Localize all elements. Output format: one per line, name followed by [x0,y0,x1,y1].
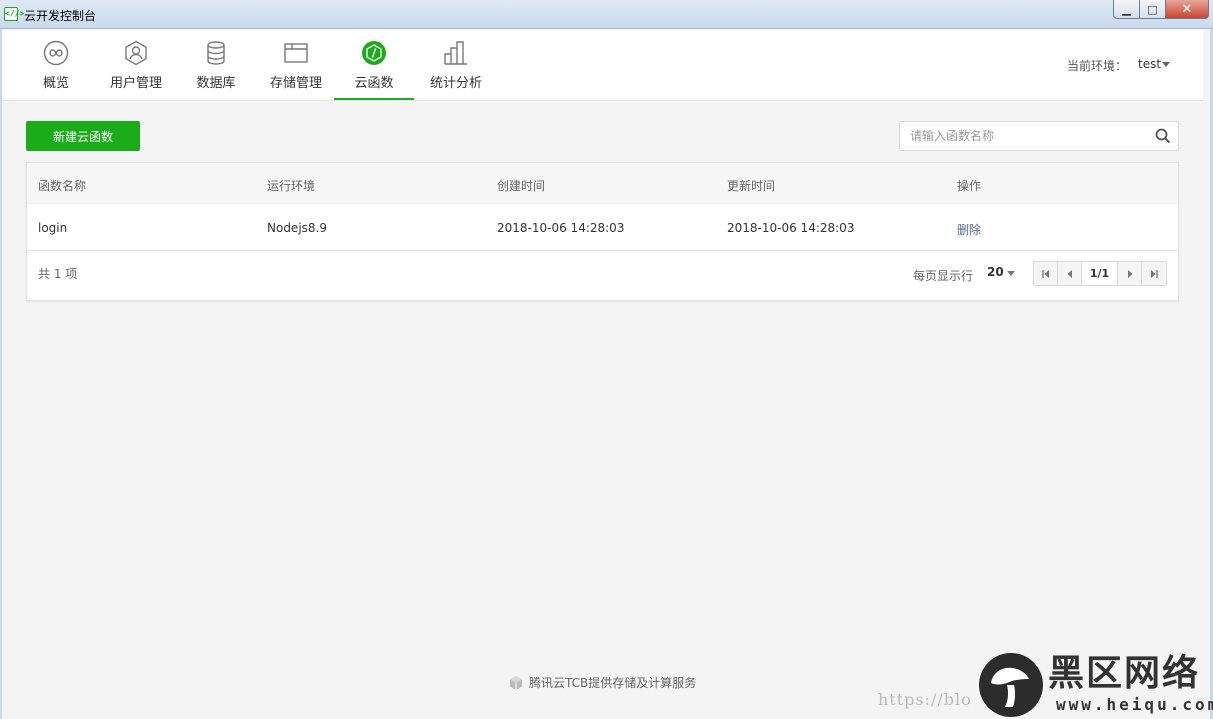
last-page-icon [1151,269,1158,278]
database-icon [207,41,225,65]
first-page-icon [1041,269,1049,278]
search-input[interactable] [900,122,1148,150]
nav-item-cloud-functions[interactable]: 云函数 [334,30,414,100]
nav-item-database[interactable]: 数据库 [192,30,240,100]
new-cloud-function-button[interactable]: 新建云函数 [26,121,140,151]
prev-page-icon [1067,269,1072,278]
function-name[interactable]: login [38,221,67,235]
created-time: 2018-10-06 14:28:03 [497,221,625,235]
folder-icon [284,43,308,63]
env-label: 当前环境： [1067,59,1128,73]
nav-item-storage[interactable]: 存储管理 [264,30,328,100]
chevron-down-icon[interactable] [1007,271,1015,276]
cloud-function-icon [362,41,386,65]
pagination: 1/1 [1033,261,1167,286]
window-frame-left [0,29,2,719]
runtime: Nodejs8.9 [267,221,327,235]
per-page-label: 每页显示行 [913,269,974,283]
nav-label: 用户管理 [109,76,162,91]
search-box [899,121,1179,151]
footer-text: 腾讯云TCB提供存储及计算服务 [529,676,697,690]
functions-table: 函数名称 运行环境 创建时间 更新时间 操作 login Nodejs8.9 2… [26,162,1179,301]
nav-label: 存储管理 [269,76,322,91]
delete-link[interactable]: 删除 [957,221,981,238]
search-icon[interactable] [1155,128,1171,144]
watermark-brand: 黑区网络 [1048,653,1201,694]
close-button[interactable]: ✕ [1165,0,1209,19]
table-row[interactable]: login Nodejs8.9 2018-10-06 14:28:03 2018… [27,204,1178,251]
nav-label: 概览 [42,76,69,91]
nav-label: 云函数 [354,76,394,91]
first-page-button[interactable] [1034,262,1058,285]
column-header: 操作 [957,179,982,193]
table-footer: 共 1 项 每页显示行 20 1/1 [27,251,1178,301]
table-header: 函数名称 运行环境 创建时间 更新时间 操作 [27,163,1178,204]
column-header: 函数名称 [38,179,87,193]
updated-time: 2018-10-06 14:28:03 [727,221,855,235]
app-icon: <//> [4,7,24,21]
infinity-icon [43,40,69,66]
top-nav: 概览 用户管理 数据库 存储管理 云函数 统计分析 当前环境： test [2,30,1203,101]
env-select[interactable]: test [1138,57,1161,71]
column-header: 更新时间 [727,179,776,193]
footer-note: 腾讯云TCB提供存储及计算服务 [508,674,696,691]
page-indicator: 1/1 [1082,262,1118,285]
next-page-icon [1127,269,1132,278]
bar-chart-icon [444,41,467,65]
user-icon [125,40,147,66]
window-controls: ▁ □ ✕ [1113,0,1209,19]
prev-page-button[interactable] [1058,262,1082,285]
nav-label: 统计分析 [429,76,482,91]
total-count: 共 1 项 [38,267,78,281]
column-header: 创建时间 [497,179,546,193]
mushroom-logo-icon [979,653,1043,717]
watermark-url: https://blo [878,690,972,709]
next-page-button[interactable] [1118,262,1142,285]
per-page-select[interactable]: 20 [987,265,1004,279]
minimize-button[interactable]: ▁ [1113,0,1140,19]
maximize-button[interactable]: □ [1139,0,1166,19]
cube-icon [510,675,522,690]
nav-item-overview[interactable]: 概览 [34,30,78,100]
nav-item-analytics[interactable]: 统计分析 [424,30,488,100]
column-header: 运行环境 [267,179,316,193]
nav-label: 数据库 [196,76,236,91]
last-page-button[interactable] [1142,262,1166,285]
nav-item-users[interactable]: 用户管理 [104,30,168,100]
chevron-down-icon[interactable] [1162,62,1170,67]
watermark-site: www.heiqu.com [1056,695,1213,714]
title-bar: <//> 云开发控制台 ▁ □ ✕ [0,0,1213,29]
window-title: 云开发控制台 [24,9,97,23]
watermark: https://blo 黑区网络 www.heiqu.com [878,652,1213,718]
